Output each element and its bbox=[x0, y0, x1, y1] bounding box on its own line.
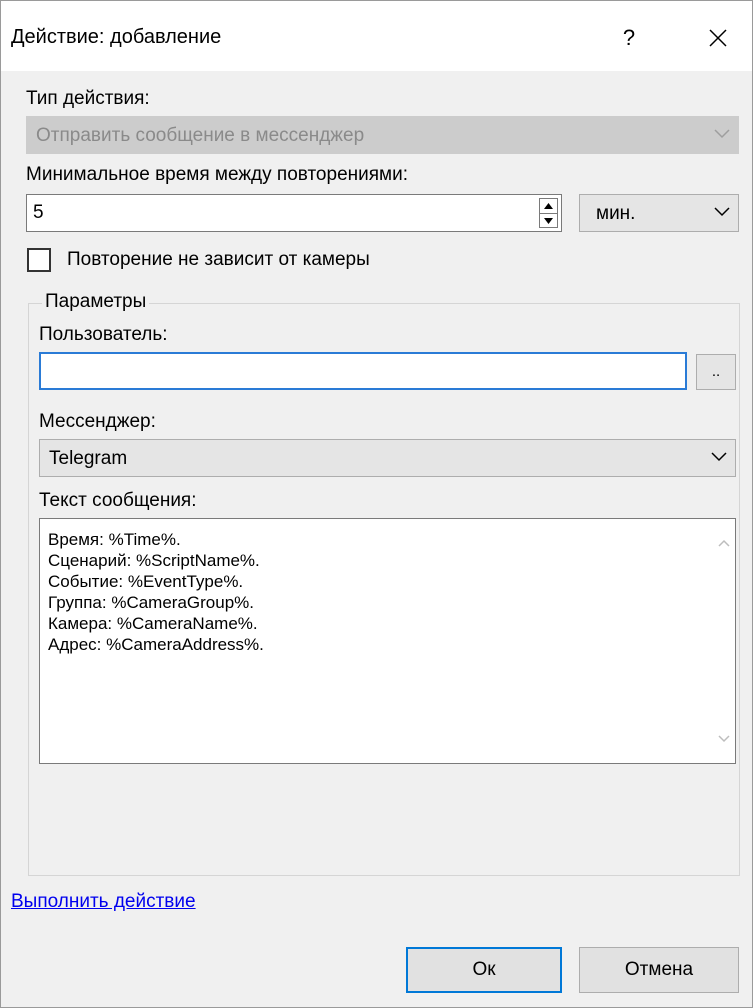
vertical-scrollbar[interactable] bbox=[713, 519, 735, 763]
close-button[interactable] bbox=[693, 15, 743, 61]
scroll-down-icon[interactable] bbox=[718, 735, 730, 743]
message-textarea[interactable]: Время: %Time%. Сценарий: %ScriptName%. С… bbox=[39, 518, 736, 764]
action-type-label: Тип действия: bbox=[26, 88, 150, 109]
user-input[interactable] bbox=[39, 352, 687, 390]
spinner-up[interactable] bbox=[540, 199, 557, 214]
browse-user-button[interactable]: .. bbox=[696, 354, 736, 390]
message-text-content: Время: %Time%. Сценарий: %ScriptName%. С… bbox=[48, 530, 264, 654]
min-interval-label: Минимальное время между повторениями: bbox=[26, 164, 408, 185]
run-action-link[interactable]: Выполнить действие bbox=[11, 891, 196, 913]
min-interval-value: 5 bbox=[33, 202, 44, 223]
help-button[interactable]: ? bbox=[604, 15, 654, 61]
action-type-select: Отправить сообщение в мессенджер bbox=[26, 116, 739, 154]
dialog-window: Действие: добавление ? Тип действия: Отп… bbox=[0, 0, 753, 1008]
cancel-button[interactable]: Отмена bbox=[579, 947, 739, 993]
messenger-label: Мессенджер: bbox=[39, 411, 156, 432]
ok-button[interactable]: Ок bbox=[406, 947, 562, 993]
parameters-legend: Параметры bbox=[42, 291, 150, 313]
dialog-footer: Ок Отмена bbox=[1, 929, 752, 1007]
scroll-up-icon[interactable] bbox=[718, 539, 730, 547]
repeat-independent-label[interactable]: Повторение не зависит от камеры bbox=[67, 249, 370, 271]
triangle-up-icon bbox=[544, 203, 553, 209]
triangle-down-icon[interactable] bbox=[544, 218, 553, 224]
messenger-select[interactable]: Telegram bbox=[39, 439, 736, 477]
interval-unit-value: мин. bbox=[596, 203, 636, 224]
messenger-value: Telegram bbox=[49, 448, 128, 469]
question-mark-icon: ? bbox=[622, 25, 636, 50]
interval-unit-select[interactable]: мин. bbox=[579, 194, 739, 232]
min-interval-input[interactable]: 5 bbox=[26, 194, 562, 232]
user-label: Пользователь: bbox=[39, 324, 168, 345]
chevron-down-icon bbox=[714, 207, 730, 217]
close-icon bbox=[709, 29, 727, 47]
action-type-value: Отправить сообщение в мессенджер bbox=[36, 125, 365, 146]
title-bar: Действие: добавление ? bbox=[1, 1, 752, 71]
chevron-down-icon bbox=[714, 129, 730, 139]
interval-spinner[interactable] bbox=[539, 198, 558, 228]
message-text-label: Текст сообщения: bbox=[39, 490, 197, 511]
dialog-title: Действие: добавление bbox=[11, 26, 222, 48]
repeat-independent-checkbox[interactable] bbox=[27, 248, 51, 272]
chevron-down-icon bbox=[711, 452, 727, 462]
